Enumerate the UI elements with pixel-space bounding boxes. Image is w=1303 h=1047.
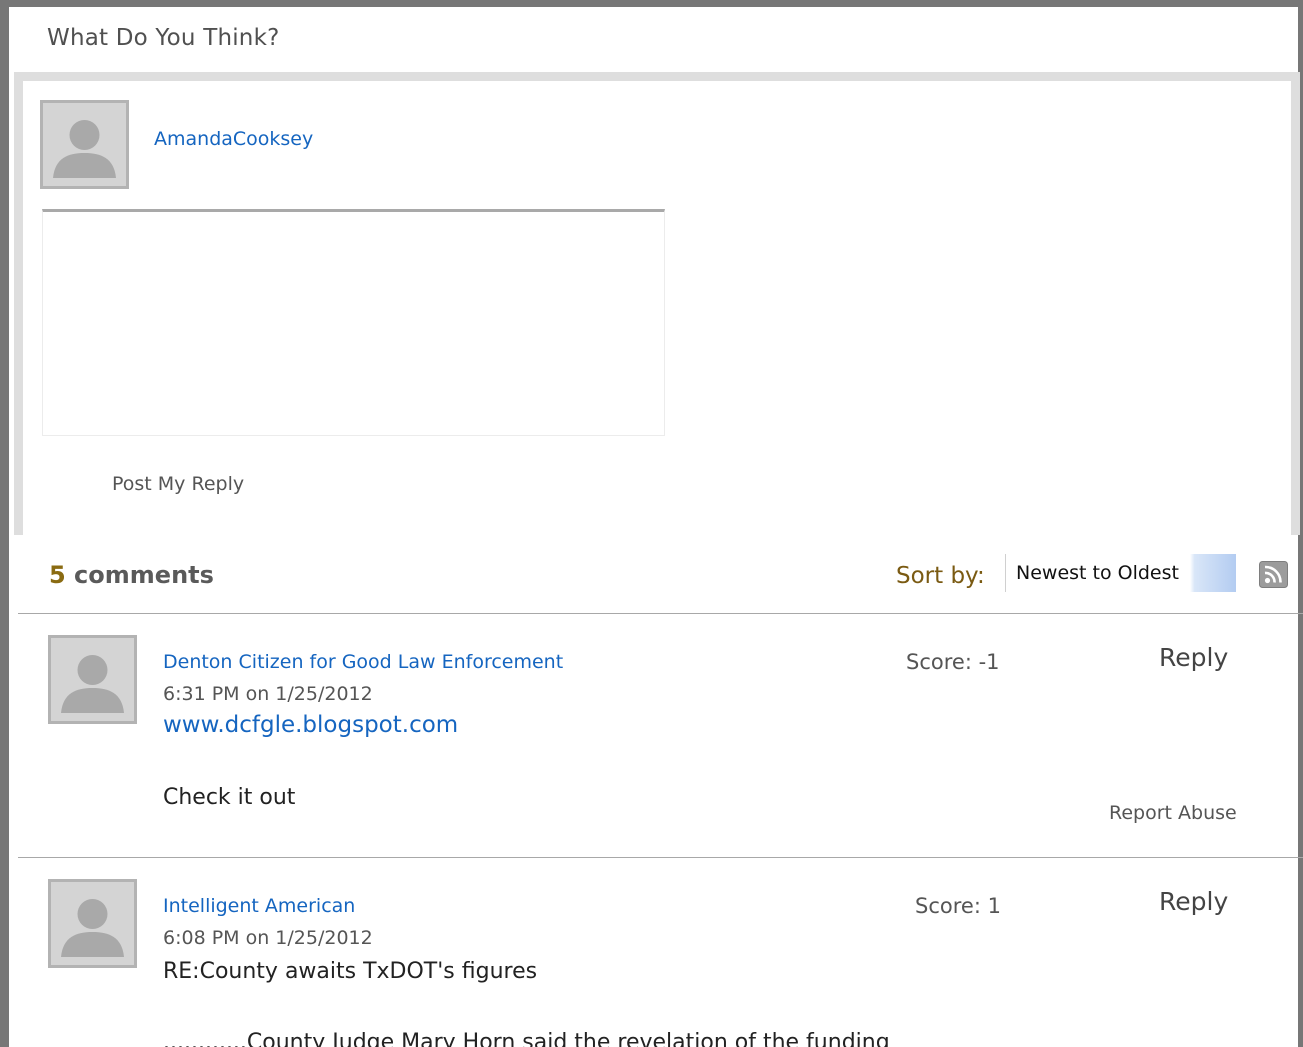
comments-widget: What Do You Think? AmandaCooksey Post My… (0, 0, 1303, 1047)
comment-subject: RE:County awaits TxDOT's figures (163, 959, 538, 984)
reply-textarea[interactable] (42, 209, 665, 436)
comment-author-link[interactable]: Denton Citizen for Good Law Enforcement (163, 651, 563, 673)
commenter-avatar-icon (48, 879, 137, 968)
comment-count-number: 5 (49, 561, 66, 589)
comments-toolbar: 5 comments Sort by: Newest to Oldest (18, 535, 1303, 614)
comment-timestamp: 6:08 PM on 1/25/2012 (163, 927, 373, 949)
comment-reply-button[interactable]: Reply (1159, 643, 1228, 672)
comment-body: Check it out (163, 785, 296, 810)
rss-feed-icon[interactable] (1259, 561, 1288, 588)
comment-count-label: comments (65, 561, 214, 589)
user-avatar-icon (40, 100, 129, 189)
comment-website-link[interactable]: www.dcfgle.blogspot.com (163, 712, 458, 738)
comment-author-link[interactable]: Intelligent American (163, 895, 355, 917)
comment-reply-button[interactable]: Reply (1159, 887, 1228, 916)
comment-item: Denton Citizen for Good Law Enforcement … (18, 614, 1303, 858)
sort-label: Sort by: (896, 563, 985, 589)
page-title: What Do You Think? (47, 25, 280, 51)
comment-score: Score: 1 (915, 894, 1001, 918)
current-user-link[interactable]: AmandaCooksey (154, 128, 313, 150)
commenter-avatar-icon (48, 635, 137, 724)
comment-item: Intelligent American 6:08 PM on 1/25/201… (18, 858, 1303, 1047)
comment-timestamp: 6:31 PM on 1/25/2012 (163, 683, 373, 705)
comment-score: Score: -1 (906, 650, 1000, 674)
sort-select[interactable]: Newest to Oldest (1005, 554, 1236, 592)
compose-panel: AmandaCooksey Post My Reply (14, 72, 1300, 535)
post-reply-button[interactable]: Post My Reply (112, 473, 244, 495)
comment-count: 5 comments (49, 561, 214, 589)
report-abuse-link[interactable]: Report Abuse (1109, 802, 1237, 824)
comment-body: ............County Judge Mary Horn said … (163, 1030, 890, 1047)
